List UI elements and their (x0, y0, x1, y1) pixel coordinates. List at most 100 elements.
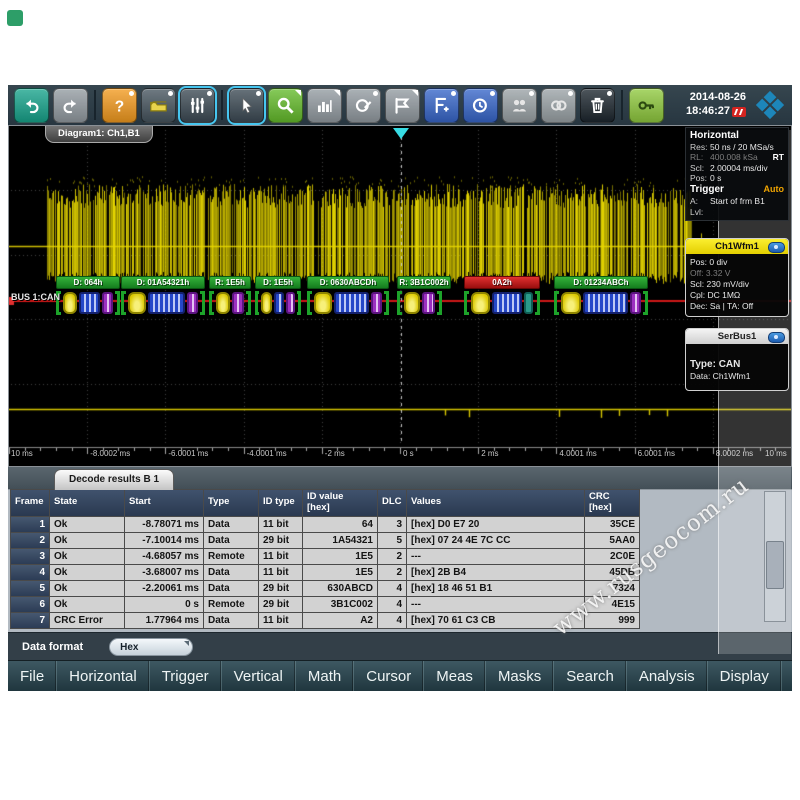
table-cell[interactable]: -2.20061 ms (125, 581, 203, 596)
trigger-position-marker[interactable] (393, 128, 409, 139)
frame-number-cell[interactable]: 7 (11, 613, 49, 628)
menu-item-horizontal[interactable]: Horizontal (57, 661, 150, 691)
table-cell[interactable]: 4 (378, 597, 406, 612)
table-cell[interactable]: CRC Error (50, 613, 124, 628)
table-cell[interactable]: Data (204, 565, 258, 580)
table-cell[interactable]: 29 bit (259, 597, 302, 612)
table-cell[interactable]: 1.77964 ms (125, 613, 203, 628)
table-cell[interactable]: 5AA0 (585, 533, 639, 548)
menu-item-vertical[interactable]: Vertical (222, 661, 296, 691)
table-cell[interactable]: [hex] 07 24 4E 7C CC (407, 533, 584, 548)
table-cell[interactable]: 35CE (585, 517, 639, 532)
menu-item-trigger[interactable]: Trigger (150, 661, 222, 691)
table-cell[interactable]: 29 bit (259, 581, 302, 596)
table-cell[interactable]: Data (204, 533, 258, 548)
diagram-tab[interactable]: Diagram1: Ch1,B1 (45, 126, 153, 143)
table-cell[interactable]: 2 (378, 565, 406, 580)
menu-item-meas[interactable]: Meas (424, 661, 486, 691)
spectrum-button[interactable] (424, 88, 459, 123)
table-cell[interactable]: --- (407, 549, 584, 564)
channel1-panel[interactable]: Ch1Wfm1 Pos: 0 divOff: 3.32 VScl: 230 mV… (685, 238, 789, 317)
table-cell[interactable]: A2 (303, 613, 377, 628)
table-cell[interactable]: Ok (50, 549, 124, 564)
menu-item-file[interactable]: File (8, 661, 57, 691)
table-cell[interactable]: --- (407, 597, 584, 612)
table-cell[interactable]: -3.68007 ms (125, 565, 203, 580)
table-cell[interactable]: Data (204, 581, 258, 596)
table-cell[interactable]: Ok (50, 517, 124, 532)
histogram-button[interactable] (307, 88, 342, 123)
table-cell[interactable]: -8.78071 ms (125, 517, 203, 532)
table-cell[interactable]: 3 (378, 517, 406, 532)
table-cell[interactable]: 5 (378, 533, 406, 548)
table-cell[interactable]: 2C0E (585, 549, 639, 564)
minimize-icon[interactable] (768, 332, 785, 343)
table-cell[interactable]: [hex] D0 E7 20 (407, 517, 584, 532)
table-cell[interactable]: 1E5 (303, 549, 377, 564)
table-cell[interactable]: [hex] 2B B4 (407, 565, 584, 580)
table-cell[interactable]: 4 (378, 581, 406, 596)
file-open-button[interactable] (141, 88, 176, 123)
delete-button[interactable] (580, 88, 615, 123)
table-cell[interactable]: 11 bit (259, 565, 302, 580)
table-cell[interactable]: 11 bit (259, 517, 302, 532)
results-scrollbar[interactable] (764, 491, 786, 622)
menu-item-search[interactable]: Search (554, 661, 627, 691)
table-cell[interactable]: -7.10014 ms (125, 533, 203, 548)
annotation-button[interactable] (346, 88, 381, 123)
table-cell[interactable]: 4 (378, 613, 406, 628)
menu-item-cursor[interactable]: Cursor (354, 661, 424, 691)
data-format-dropdown[interactable]: Hex (109, 638, 193, 656)
table-cell[interactable]: [hex] 70 61 C3 CB (407, 613, 584, 628)
quick-meas-button[interactable] (463, 88, 498, 123)
table-cell[interactable]: Ok (50, 565, 124, 580)
generator-button[interactable] (541, 88, 576, 123)
table-cell[interactable]: Data (204, 517, 258, 532)
help-button[interactable]: ? (102, 88, 137, 123)
table-cell[interactable]: Ok (50, 533, 124, 548)
protection-button[interactable] (629, 88, 664, 123)
table-cell[interactable]: 1E5 (303, 565, 377, 580)
table-cell[interactable]: 29 bit (259, 533, 302, 548)
table-cell[interactable]: 630ABCD (303, 581, 377, 596)
horizontal-panel[interactable]: Horizontal Res:50 ns / 20 MSa/sRL:400.00… (685, 127, 789, 221)
scrollbar-thumb[interactable] (766, 541, 784, 589)
table-cell[interactable]: Data (204, 613, 258, 628)
table-cell[interactable]: Remote (204, 597, 258, 612)
table-cell[interactable]: 2 (378, 549, 406, 564)
redo-button[interactable] (53, 88, 88, 123)
menu-item-display[interactable]: Display (708, 661, 782, 691)
table-cell[interactable]: 0 s (125, 597, 203, 612)
mask-test-button[interactable] (385, 88, 420, 123)
serial-bus-panel[interactable]: SerBus1 Type: CANData: Ch1Wfm1 (685, 328, 789, 391)
undo-button[interactable] (14, 88, 49, 123)
demo-button[interactable] (502, 88, 537, 123)
table-cell[interactable]: Remote (204, 549, 258, 564)
table-cell[interactable]: Ok (50, 597, 124, 612)
table-cell[interactable]: Ok (50, 581, 124, 596)
menu-item-analysis[interactable]: Analysis (627, 661, 708, 691)
table-cell[interactable]: 4E15 (585, 597, 639, 612)
table-cell[interactable]: 1A54321 (303, 533, 377, 548)
table-cell[interactable]: 45DB (585, 565, 639, 580)
table-cell[interactable]: 11 bit (259, 613, 302, 628)
table-cell[interactable]: -4.68057 ms (125, 549, 203, 564)
frame-number-cell[interactable]: 2 (11, 533, 49, 548)
frame-number-cell[interactable]: 4 (11, 565, 49, 580)
zoom-button[interactable] (268, 88, 303, 123)
table-cell[interactable]: 11 bit (259, 549, 302, 564)
table-cell[interactable]: 7324 (585, 581, 639, 596)
decode-results-tab[interactable]: Decode results B 1 (54, 469, 174, 490)
frame-number-cell[interactable]: 6 (11, 597, 49, 612)
select-cursor-button[interactable] (229, 88, 264, 123)
display-settings-button[interactable] (180, 88, 215, 123)
table-cell[interactable]: 64 (303, 517, 377, 532)
minimize-icon[interactable] (768, 242, 785, 253)
table-cell[interactable]: [hex] 18 46 51 B1 (407, 581, 584, 596)
table-cell[interactable]: 3B1C002 (303, 597, 377, 612)
menu-item-math[interactable]: Math (296, 661, 354, 691)
menu-item-masks[interactable]: Masks (486, 661, 554, 691)
frame-number-cell[interactable]: 5 (11, 581, 49, 596)
table-cell[interactable]: 999 (585, 613, 639, 628)
frame-number-cell[interactable]: 3 (11, 549, 49, 564)
